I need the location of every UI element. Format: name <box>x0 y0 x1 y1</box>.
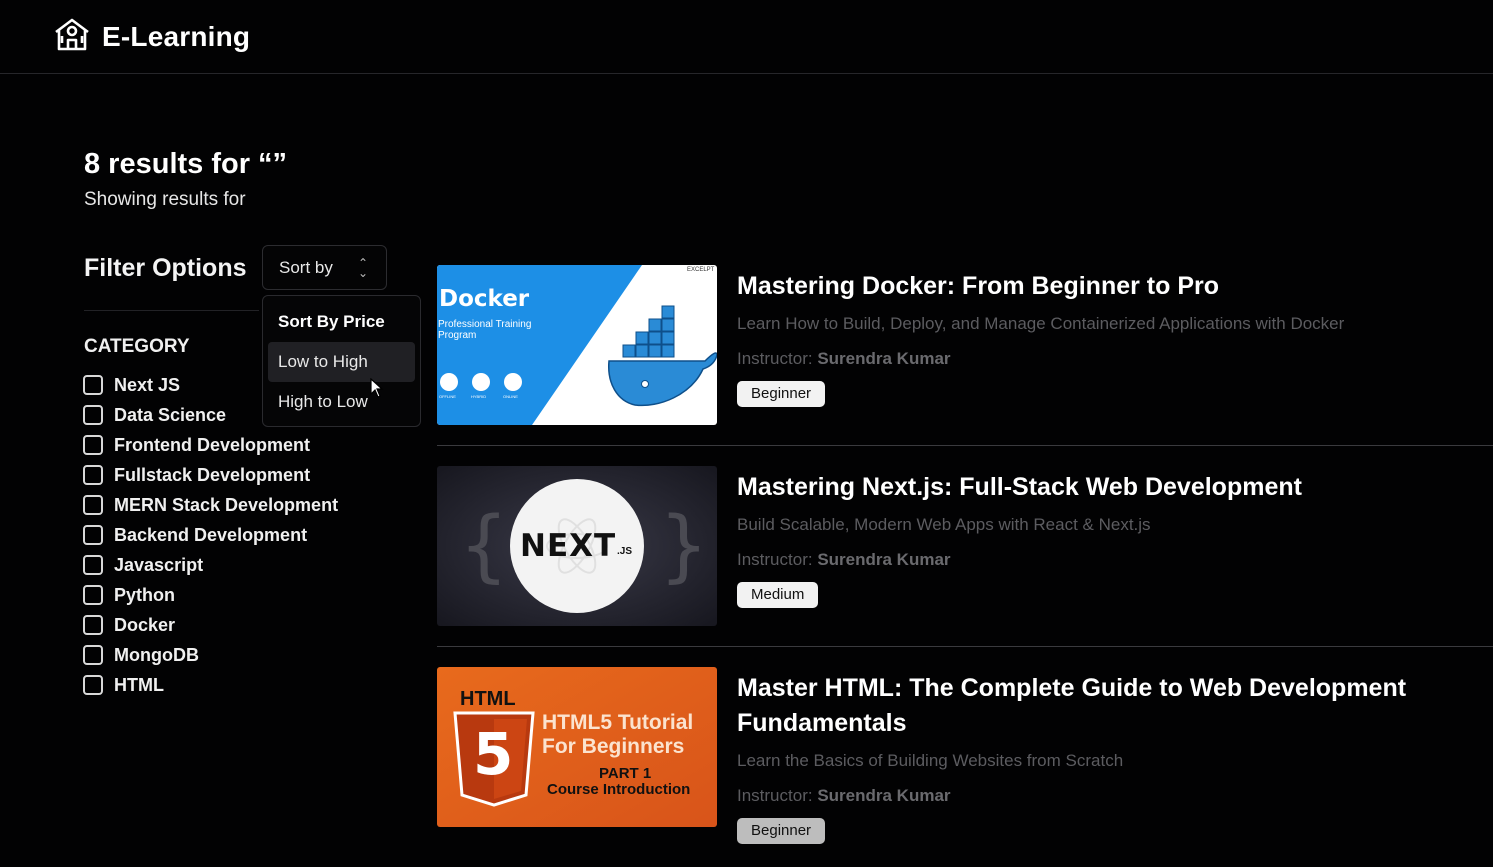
course-divider <box>437 646 1493 647</box>
filter-options-title: Filter Options <box>84 254 247 282</box>
school-building-icon <box>54 16 90 57</box>
category-checkbox[interactable] <box>83 585 103 605</box>
thumb-mode-label: OFFLINE <box>439 394 456 399</box>
thumb-corner-label: EXCELPT <box>687 267 715 273</box>
category-checkbox[interactable] <box>83 675 103 695</box>
category-checkbox[interactable] <box>83 615 103 635</box>
course-title[interactable]: Mastering Docker: From Beginner to Pro <box>737 269 1437 304</box>
instructor-name: Surendra Kumar <box>817 550 951 569</box>
course-instructor: Instructor: Surendra Kumar <box>737 786 951 805</box>
course-description: Learn the Basics of Building Websites fr… <box>737 751 1124 770</box>
category-label: HTML <box>114 674 164 695</box>
sort-option-high-to-low[interactable]: High to Low <box>268 382 415 422</box>
thumb-html-tag: HTML <box>460 688 516 710</box>
sort-by-price-label: Sort By Price <box>278 312 385 331</box>
category-checkbox[interactable] <box>83 645 103 665</box>
instructor-name: Surendra Kumar <box>817 786 951 805</box>
category-label: Docker <box>114 614 176 635</box>
category-item-python[interactable]: Python <box>83 580 338 610</box>
category-label: Frontend Development <box>114 434 311 455</box>
results-heading: 8 results for “” <box>84 148 288 180</box>
sort-by-select[interactable]: Sort by ⌃ ⌄ <box>262 245 387 290</box>
filter-divider <box>84 310 259 311</box>
level-badge: Medium <box>737 582 819 608</box>
category-label: Python <box>114 584 175 605</box>
level-badge: Beginner <box>737 818 826 844</box>
sort-dropdown-menu: Sort By Price Low to High High to Low <box>262 295 421 427</box>
svg-text:{: { <box>459 501 509 591</box>
category-label: MongoDB <box>114 644 199 665</box>
instructor-name: Surendra Kumar <box>817 349 951 368</box>
category-checkbox[interactable] <box>83 555 103 575</box>
logo[interactable]: E-Learning <box>54 16 250 57</box>
level-badge: Beginner <box>737 381 826 407</box>
course-instructor: Instructor: Surendra Kumar <box>737 349 951 368</box>
thumb-line-2: For Beginners <box>542 735 685 758</box>
category-item-frontend[interactable]: Frontend Development <box>83 430 338 460</box>
category-checkbox[interactable] <box>83 405 103 425</box>
thumb-line-1: HTML5 Tutorial <box>542 711 694 734</box>
category-label: Backend Development <box>114 524 308 545</box>
svg-text:}: } <box>659 501 709 591</box>
html5-shield-number: 5 <box>473 720 514 788</box>
course-description: Build Scalable, Modern Web Apps with Rea… <box>737 515 1151 534</box>
course-description: Learn How to Build, Deploy, and Manage C… <box>737 314 1345 333</box>
category-item-docker[interactable]: Docker <box>83 610 338 640</box>
category-label: Javascript <box>114 554 204 575</box>
category-item-html[interactable]: HTML <box>83 670 338 700</box>
top-navbar: E-Learning <box>0 0 1493 74</box>
category-checkbox[interactable] <box>83 525 103 545</box>
nextjs-logo-suffix: .JS <box>617 546 633 557</box>
course-divider <box>437 445 1493 446</box>
sort-option-low-to-high[interactable]: Low to High <box>268 342 415 382</box>
thumb-subheading: Professional Training Program <box>438 319 532 341</box>
category-item-mongodb[interactable]: MongoDB <box>83 640 338 670</box>
category-item-fullstack[interactable]: Fullstack Development <box>83 460 338 490</box>
course-instructor: Instructor: Surendra Kumar <box>737 550 951 569</box>
category-checkbox[interactable] <box>83 375 103 395</box>
course-thumbnail[interactable]: HTML 5 HTML5 Tutorial For Beginners PART… <box>437 667 717 827</box>
category-item-mern[interactable]: MERN Stack Development <box>83 490 338 520</box>
category-label: Next JS <box>114 374 181 395</box>
app-title: E-Learning <box>102 20 251 52</box>
course-thumbnail[interactable]: { } NEXT .JS <box>437 466 717 626</box>
chevron-up-down-icon: ⌃ ⌄ <box>357 256 368 280</box>
course-title[interactable]: Mastering Next.js: Full-Stack Web Develo… <box>737 470 1437 505</box>
thumb-heading: Docker <box>439 286 530 312</box>
mouse-cursor-icon <box>370 378 384 398</box>
course-title[interactable]: Master HTML: The Complete Guide to Web D… <box>737 671 1437 741</box>
thumb-line-4: Course Introduction <box>547 781 691 798</box>
course-card-nextjs[interactable]: { } NEXT .JS Mastering Next.js: Full-Sta… <box>437 466 1493 666</box>
thumb-mode-label: ONLINE <box>503 394 518 399</box>
thumb-mode-label: HYBRID <box>471 394 487 399</box>
category-item-backend[interactable]: Backend Development <box>83 520 338 550</box>
results-subtitle: Showing results for <box>84 189 246 210</box>
category-checkbox[interactable] <box>83 495 103 515</box>
thumb-line-3: PART 1 <box>599 765 652 782</box>
category-item-javascript[interactable]: Javascript <box>83 550 338 580</box>
category-checkbox[interactable] <box>83 435 103 455</box>
category-label: Fullstack Development <box>114 464 311 485</box>
category-label: MERN Stack Development <box>114 494 339 515</box>
category-heading: CATEGORY <box>84 336 190 357</box>
category-label: Data Science <box>114 404 227 425</box>
category-checkbox[interactable] <box>83 465 103 485</box>
sort-by-label: Sort by <box>279 257 333 277</box>
nextjs-logo-text: NEXT <box>520 528 617 564</box>
course-thumbnail[interactable]: Docker Professional Training Program EXC… <box>437 265 717 425</box>
course-card-html[interactable]: HTML 5 HTML5 Tutorial For Beginners PART… <box>437 667 1493 867</box>
course-card-docker[interactable]: Docker Professional Training Program EXC… <box>437 265 1493 465</box>
